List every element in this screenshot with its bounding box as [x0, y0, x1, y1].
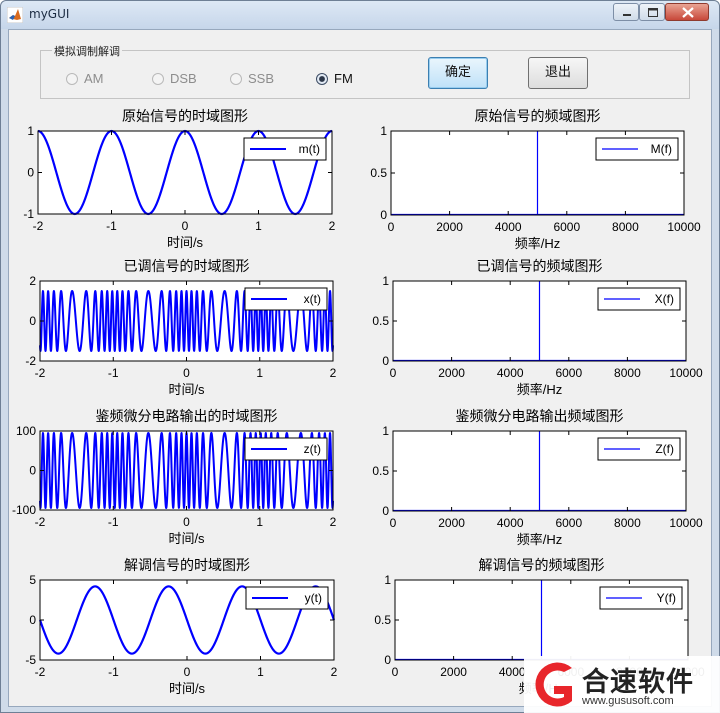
group-title: 模拟调制解调	[52, 43, 122, 59]
radio-am-label: AM	[84, 71, 104, 86]
radio-ssb-label: SSB	[248, 71, 275, 86]
modulation-group: 模拟调制解调	[40, 43, 690, 99]
radio-fm-label: FM	[334, 71, 353, 86]
watermark-url: www.gususoft.com	[582, 695, 674, 707]
radio-am-dot[interactable]	[66, 73, 78, 85]
radio-dsb-label: DSB	[170, 71, 197, 86]
ok-button[interactable]: 确定	[428, 57, 488, 89]
figure-area: 模拟调制解调 AM DSB SSB FM 确定 退出	[8, 29, 712, 707]
minimize-icon	[623, 14, 631, 16]
gususoft-logo-icon	[535, 662, 572, 707]
radio-fm-dot[interactable]	[316, 73, 328, 85]
minimize-button[interactable]	[613, 3, 639, 21]
close-icon	[682, 7, 694, 18]
radio-dsb-dot[interactable]	[152, 73, 164, 85]
maximize-button[interactable]	[639, 3, 665, 21]
app-window: myGUI 模拟调制解调 AM DSB SSB FM 确定 退出	[0, 0, 720, 713]
window-title: myGUI	[29, 7, 70, 21]
title-bar[interactable]: myGUI	[1, 1, 719, 29]
close-button[interactable]	[665, 3, 709, 21]
maximize-icon	[648, 8, 658, 17]
exit-button[interactable]: 退出	[528, 57, 588, 89]
watermark: 合速软件 www.gususoft.com	[524, 656, 720, 713]
watermark-name: 合速软件	[582, 667, 694, 698]
radio-ssb-dot[interactable]	[230, 73, 242, 85]
matlab-icon	[7, 7, 23, 23]
